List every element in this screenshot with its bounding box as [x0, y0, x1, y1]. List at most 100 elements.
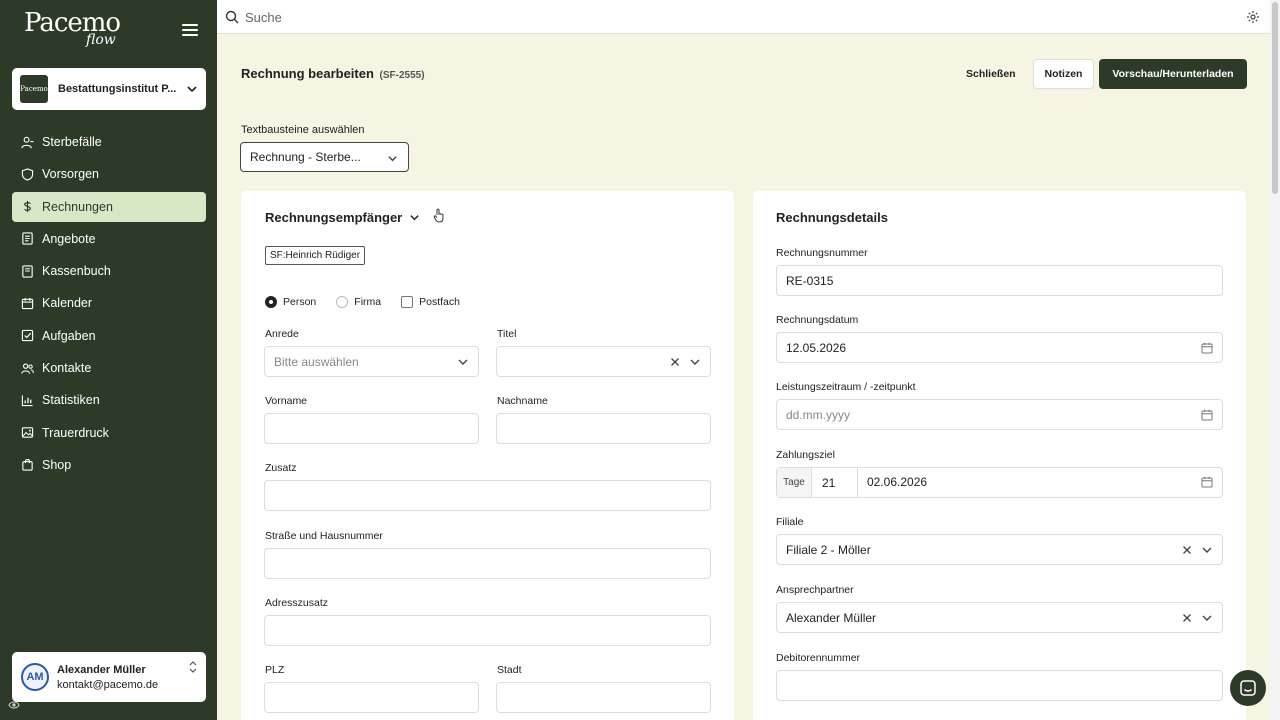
page-scrollbar[interactable] — [1270, 0, 1280, 720]
invoice-number-input[interactable] — [776, 265, 1223, 296]
chevron-down-icon[interactable] — [689, 356, 701, 368]
clear-icon[interactable] — [1181, 544, 1193, 556]
payment-due-date[interactable]: 02.06.2026 — [867, 468, 927, 497]
sidebar-item-label: Kontakte — [42, 361, 92, 376]
sidebar-item-kontakte[interactable]: Kontakte — [12, 353, 206, 383]
city-input[interactable] — [496, 682, 711, 713]
organization-logo: Pacemo — [20, 75, 48, 103]
close-button[interactable]: Schließen — [956, 64, 1026, 84]
notes-button[interactable]: Notizen — [1033, 59, 1094, 89]
chat-icon — [1240, 680, 1256, 696]
firstname-input[interactable] — [264, 413, 479, 444]
street-label: Straße und Hausnummer — [265, 530, 383, 542]
page-title-text: Rechnung bearbeiten — [241, 66, 374, 81]
addition-input[interactable] — [264, 480, 711, 511]
sidebar: Pacemo flow Pacemo Bestattungsinstitut P… — [0, 0, 217, 720]
gear-icon[interactable] — [1246, 10, 1260, 24]
app-logo[interactable]: Pacemo flow — [24, 10, 134, 52]
invoice-date-label: Rechnungsdatum — [776, 314, 859, 326]
contact-person-label: Ansprechpartner — [776, 584, 854, 596]
recipient-title[interactable]: Rechnungsempfänger — [265, 210, 420, 225]
lastname-label: Nachname — [497, 395, 548, 407]
debtor-number-input[interactable] — [776, 670, 1223, 701]
dollar-icon — [24, 201, 31, 213]
radio-person[interactable] — [265, 296, 277, 308]
user-email: kontakt@pacemo.de — [57, 678, 159, 691]
chevron-down-icon — [388, 156, 397, 162]
shopping-bag-icon — [22, 459, 33, 472]
address-extra-input[interactable] — [264, 615, 711, 646]
text-blocks-selected: Rechnung - Sterbe... — [250, 150, 361, 164]
search-input[interactable] — [245, 7, 945, 27]
sidebar-item-kassenbuch[interactable]: Kassenbuch — [12, 256, 206, 286]
eye-icon[interactable] — [8, 700, 20, 710]
calendar-icon[interactable] — [1201, 342, 1213, 354]
address-extra-label: Adresszusatz — [265, 597, 329, 609]
clear-icon[interactable] — [1181, 612, 1193, 624]
calendar-icon[interactable] — [1201, 409, 1213, 421]
invoice-number-label: Rechnungsnummer — [776, 247, 868, 259]
sidebar-item-label: Vorsorgen — [42, 167, 99, 182]
checkbox-postfach[interactable] — [401, 296, 414, 308]
sidebar-item-vorsorgen[interactable]: Vorsorgen — [12, 159, 206, 189]
sidebar-item-label: Rechnungen — [42, 199, 113, 214]
sidebar-item-label: Kalender — [42, 296, 93, 311]
clear-icon[interactable] — [669, 356, 681, 368]
radio-firma[interactable] — [336, 296, 349, 308]
sidebar-item-shop[interactable]: Shop — [12, 450, 206, 480]
organization-switcher[interactable]: Pacemo Bestattungsinstitut P... — [12, 68, 206, 110]
sidebar-item-kalender[interactable]: Kalender — [12, 288, 206, 318]
payment-days-input[interactable] — [813, 468, 858, 497]
contacts-icon — [21, 363, 34, 374]
payment-term-group: Tage 02.06.2026 — [776, 467, 1223, 498]
top-search-bar — [217, 0, 1270, 34]
checkbox-icon — [21, 330, 34, 342]
sidebar-item-rechnungen[interactable]: Rechnungen — [12, 191, 206, 222]
sidebar-item-aufgaben[interactable]: Aufgaben — [12, 321, 206, 351]
chevron-up-down-icon — [189, 661, 197, 673]
chevron-down-icon[interactable] — [1201, 544, 1213, 556]
shield-icon — [21, 168, 34, 181]
branch-select[interactable]: Filiale 2 - Möller — [776, 534, 1223, 565]
title-select[interactable] — [496, 346, 711, 377]
scrollbar-thumb[interactable] — [1272, 2, 1278, 194]
page-title: Rechnung bearbeiten (SF-2555) — [241, 66, 425, 81]
book-icon — [22, 265, 33, 278]
user-menu[interactable]: AM Alexander Müller kontakt@pacemo.de — [12, 652, 206, 702]
contact-person-select[interactable]: Alexander Müller — [776, 602, 1223, 633]
calendar-icon[interactable] — [1201, 476, 1213, 488]
hand-pointer-icon — [433, 208, 444, 223]
logo-main-text: Pacemo — [24, 8, 121, 38]
street-input[interactable] — [264, 548, 711, 579]
chat-support-button[interactable] — [1230, 670, 1266, 706]
logo-sub-text: flow — [86, 32, 116, 48]
preview-download-button[interactable]: Vorschau/Herunterladen — [1099, 59, 1247, 89]
sidebar-item-sterbefaelle[interactable]: Sterbefälle — [12, 127, 206, 157]
radio-firma-label: Firma — [354, 296, 382, 308]
sidebar-item-statistiken[interactable]: Statistiken — [12, 385, 206, 415]
organization-name: Bestattungsinstitut P... — [58, 83, 177, 95]
salutation-placeholder: Bitte auswählen — [274, 354, 359, 369]
invoice-details-card: Rechnungsdetails Rechnungsnummer Rechnun… — [753, 191, 1246, 720]
menu-toggle-icon[interactable] — [182, 24, 198, 37]
invoice-date-input[interactable]: 12.05.2026 — [776, 332, 1223, 363]
invoice-date-value: 12.05.2026 — [786, 340, 847, 355]
chevron-down-icon — [410, 215, 419, 221]
page-reference-code: (SF-2555) — [379, 70, 425, 81]
sidebar-item-angebote[interactable]: Angebote — [12, 224, 206, 254]
zip-input[interactable] — [264, 682, 479, 713]
sidebar-item-label: Angebote — [42, 231, 96, 246]
salutation-select[interactable]: Bitte auswählen — [264, 346, 479, 377]
chevron-down-icon[interactable] — [1201, 612, 1213, 624]
user-name: Alexander Müller — [57, 663, 146, 676]
city-label: Stadt — [497, 664, 522, 676]
calendar-icon — [21, 297, 34, 310]
text-blocks-select[interactable]: Rechnung - Sterbe... — [240, 142, 409, 172]
service-period-input[interactable]: dd.mm.yyyy — [776, 399, 1223, 430]
user-info: Alexander Müller kontakt@pacemo.de — [57, 664, 158, 691]
sidebar-item-label: Aufgaben — [42, 328, 96, 343]
checkbox-postfach-label: Postfach — [419, 296, 460, 308]
recipient-source-tag[interactable]: SF:Heinrich Rüdiger — [265, 246, 366, 265]
lastname-input[interactable] — [496, 413, 711, 444]
sidebar-item-trauerdruck[interactable]: Trauerdruck — [12, 418, 206, 448]
